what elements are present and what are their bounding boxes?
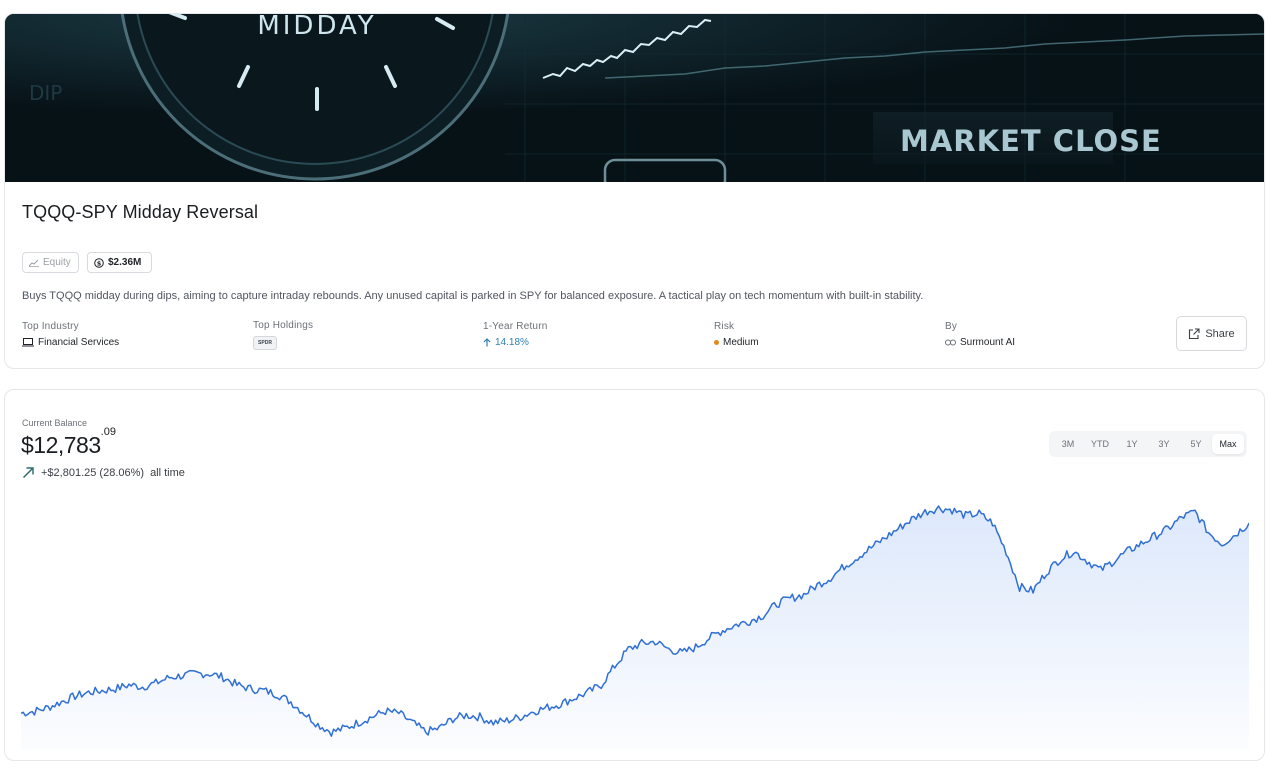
top-holdings-label: Top Holdings xyxy=(253,320,314,331)
current-balance-value: $12,783.09 xyxy=(21,426,116,459)
top-industry-text: Financial Services xyxy=(38,337,120,348)
hero-image: MIDDAY DIP MARKET CLOSE xyxy=(5,14,1264,182)
equity-badge: Equity xyxy=(22,252,79,273)
range-1y[interactable]: 1Y xyxy=(1116,434,1148,454)
one-year-return-label: 1-Year Return xyxy=(483,321,548,332)
meta-top-industry: Top Industry Financial Services xyxy=(22,321,119,348)
range-3y[interactable]: 3Y xyxy=(1148,434,1180,454)
share-button[interactable]: Share xyxy=(1176,316,1247,351)
range-5y[interactable]: 5Y xyxy=(1180,434,1212,454)
range-3m[interactable]: 3M xyxy=(1052,434,1084,454)
spdr-logo[interactable]: SPDR xyxy=(253,336,277,350)
share-label: Share xyxy=(1205,327,1235,340)
laptop-icon xyxy=(22,338,34,347)
balance-change: +$2,801.25 (28.06%) all time xyxy=(22,466,185,479)
author-text[interactable]: Surmount AI xyxy=(960,337,1015,348)
balance-cents: .09 xyxy=(100,426,116,439)
strategy-description: Buys TQQQ midday during dips, aiming to … xyxy=(22,290,924,302)
range-ytd[interactable]: YTD xyxy=(1084,434,1116,454)
aum-badge-label: $2.36M xyxy=(108,257,142,268)
range-max[interactable]: Max xyxy=(1212,434,1244,454)
svg-text:MARKET CLOSE: MARKET CLOSE xyxy=(900,124,1162,158)
author-label: By xyxy=(945,321,958,332)
author-value[interactable]: Surmount AI xyxy=(945,337,1015,348)
risk-label: Risk xyxy=(714,321,735,332)
risk-value: Medium xyxy=(714,337,759,348)
balance-area xyxy=(21,506,1249,750)
equity-badge-label: Equity xyxy=(43,257,71,268)
hero-illustration: MIDDAY DIP MARKET CLOSE xyxy=(5,14,1264,182)
balance-change-amount: +$2,801.25 (28.06%) xyxy=(41,466,145,479)
aum-badge: $ $2.36M xyxy=(87,252,152,273)
svg-text:MIDDAY: MIDDAY xyxy=(257,14,376,41)
risk-text: Medium xyxy=(723,337,759,348)
top-industry-value: Financial Services xyxy=(22,337,119,348)
trend-chart-icon xyxy=(29,259,39,267)
meta-risk: Risk Medium xyxy=(714,321,759,348)
one-year-return-text: 14.18% xyxy=(495,337,529,348)
svg-text:DIP: DIP xyxy=(29,81,62,105)
strategy-card: MIDDAY DIP MARKET CLOSE TQQQ-SPY Midday … xyxy=(4,13,1265,369)
current-balance-label: Current Balance xyxy=(22,418,88,428)
trend-up-arrow-icon xyxy=(23,467,34,478)
svg-text:$: $ xyxy=(97,259,102,267)
balance-whole: $12,783 xyxy=(21,432,101,458)
performance-card: Current Balance $12,783.09 +$2,801.25 (2… xyxy=(4,389,1265,761)
one-year-return-value: 14.18% xyxy=(483,337,548,348)
risk-dot-icon xyxy=(714,340,719,345)
time-range-selector: 3M YTD 1Y 3Y 5Y Max xyxy=(1049,431,1247,457)
top-industry-label: Top Industry xyxy=(22,321,79,332)
balance-change-suffix: all time xyxy=(150,466,185,479)
external-link-icon xyxy=(1189,327,1200,339)
arrow-up-icon xyxy=(483,338,491,347)
top-holdings-value[interactable]: SPDR xyxy=(253,336,313,350)
dollar-circle-icon: $ xyxy=(94,257,104,268)
link-icon xyxy=(945,339,956,346)
strategy-title: TQQQ-SPY Midday Reversal xyxy=(22,202,259,222)
meta-author: By Surmount AI xyxy=(945,321,1015,348)
balance-chart[interactable] xyxy=(21,500,1249,750)
meta-top-holdings: Top Holdings SPDR xyxy=(253,320,313,350)
meta-one-year-return: 1-Year Return 14.18% xyxy=(483,321,548,348)
